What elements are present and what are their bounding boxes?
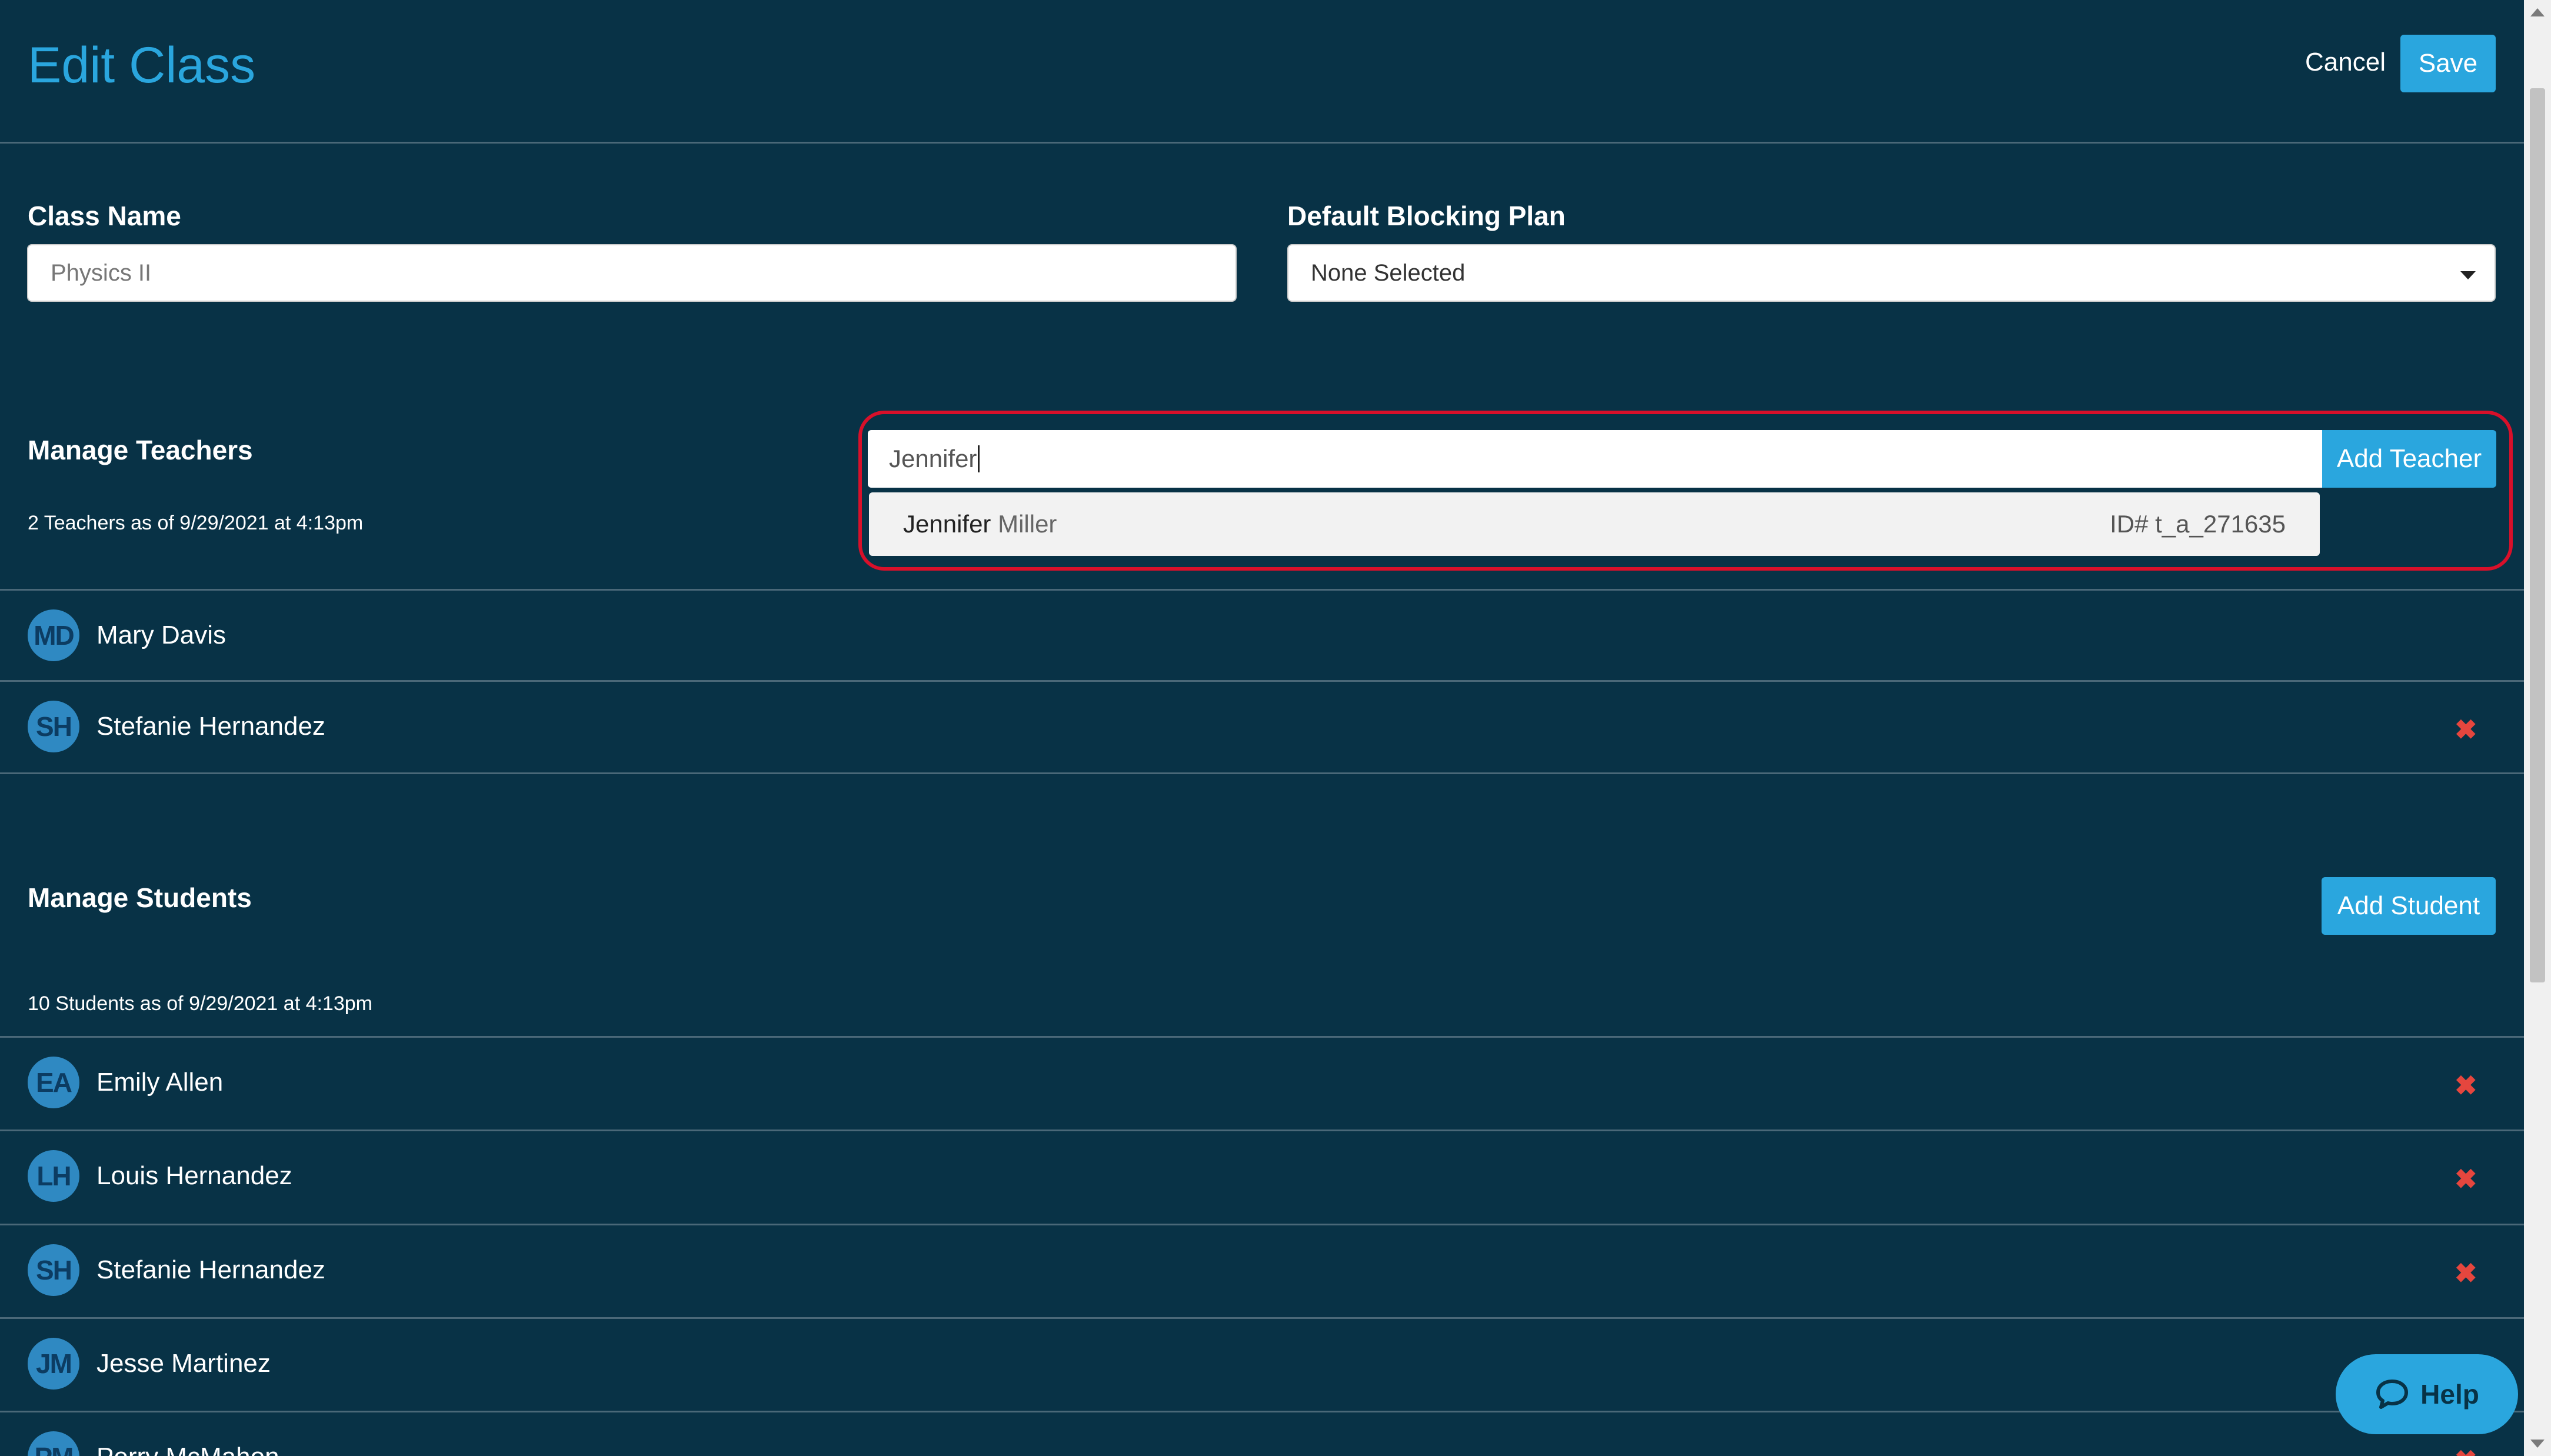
student-row: EA Emily Allen ✖ [0, 1038, 2524, 1128]
teacher-name: Stefanie Hernandez [96, 712, 325, 741]
student-name: Emily Allen [96, 1068, 224, 1097]
avatar: EA [28, 1057, 79, 1108]
blocking-plan-select[interactable]: None Selected [1287, 244, 2496, 302]
avatar: MD [28, 609, 79, 661]
chat-bubble-icon [2376, 1380, 2409, 1409]
teacher-row: MD Mary Davis [0, 591, 2524, 681]
help-label: Help [2420, 1379, 2479, 1410]
student-name: Louis Hernandez [96, 1161, 292, 1190]
remove-icon[interactable]: ✖ [2455, 1447, 2477, 1456]
student-name: Jesse Martinez [96, 1349, 271, 1378]
add-teacher-button[interactable]: Add Teacher [2322, 430, 2496, 488]
save-button[interactable]: Save [2400, 35, 2496, 92]
avatar: SH [28, 701, 79, 752]
students-count: 10 Students as of 9/29/2021 at 4:13pm [28, 992, 372, 1015]
remove-icon[interactable]: ✖ [2455, 1165, 2477, 1192]
avatar: PM [28, 1431, 79, 1456]
vertical-scrollbar[interactable] [2524, 0, 2551, 1456]
text-cursor [978, 445, 980, 472]
manage-students-heading: Manage Students [28, 882, 252, 913]
teacher-search-input[interactable]: Jennifer [868, 430, 2322, 488]
help-button[interactable]: Help [2336, 1354, 2518, 1434]
manage-teachers-heading: Manage Teachers [28, 435, 253, 465]
suggestion-id: ID# t_a_271635 [2110, 510, 2286, 538]
scroll-up-arrow-icon[interactable] [2530, 8, 2545, 16]
teachers-count: 2 Teachers as of 9/29/2021 at 4:13pm [28, 512, 364, 534]
blocking-plan-value: None Selected [1311, 259, 1466, 286]
class-name-input[interactable]: Physics II [27, 244, 1237, 302]
scroll-down-arrow-icon[interactable] [2530, 1440, 2545, 1448]
add-student-button[interactable]: Add Student [2322, 877, 2496, 935]
suggestion-name-match: Jennifer [903, 510, 991, 538]
page-title: Edit Class [28, 37, 256, 94]
remove-icon[interactable]: ✖ [2455, 716, 2477, 743]
student-row: PM Perry McMahon ✖ [0, 1412, 2524, 1456]
teacher-search-value: Jennifer [889, 445, 977, 472]
edit-class-page: Edit Class Cancel Save Class Name Physic… [0, 0, 2524, 1456]
student-name: Stefanie Hernandez [96, 1255, 325, 1284]
remove-icon[interactable]: ✖ [2455, 1072, 2477, 1099]
student-row: SH Stefanie Hernandez ✖ [0, 1225, 2524, 1316]
student-name: Perry McMahon [96, 1444, 279, 1456]
avatar: LH [28, 1150, 79, 1202]
scrollbar-thumb[interactable] [2530, 88, 2545, 982]
class-name-value: Physics II [51, 259, 152, 286]
suggestion-name-rest: Miller [991, 510, 1057, 538]
remove-icon[interactable]: ✖ [2455, 1260, 2477, 1287]
avatar: SH [28, 1244, 79, 1296]
student-row: LH Louis Hernandez ✖ [0, 1131, 2524, 1222]
cancel-button[interactable]: Cancel [2305, 49, 2386, 75]
chevron-down-icon [2460, 271, 2476, 279]
teachers-divider-bottom [0, 772, 2524, 774]
class-name-label: Class Name [28, 201, 181, 231]
blocking-plan-label: Default Blocking Plan [1287, 201, 1566, 231]
header-divider [0, 142, 2524, 144]
teacher-row: SH Stefanie Hernandez ✖ [0, 682, 2524, 772]
avatar: JM [28, 1338, 79, 1390]
suggestion-name: Jennifer Miller [903, 510, 1057, 538]
teacher-suggestion-item[interactable]: Jennifer Miller ID# t_a_271635 [869, 492, 2320, 556]
teacher-name: Mary Davis [96, 621, 227, 649]
student-row: JM Jesse Martinez [0, 1319, 2524, 1410]
